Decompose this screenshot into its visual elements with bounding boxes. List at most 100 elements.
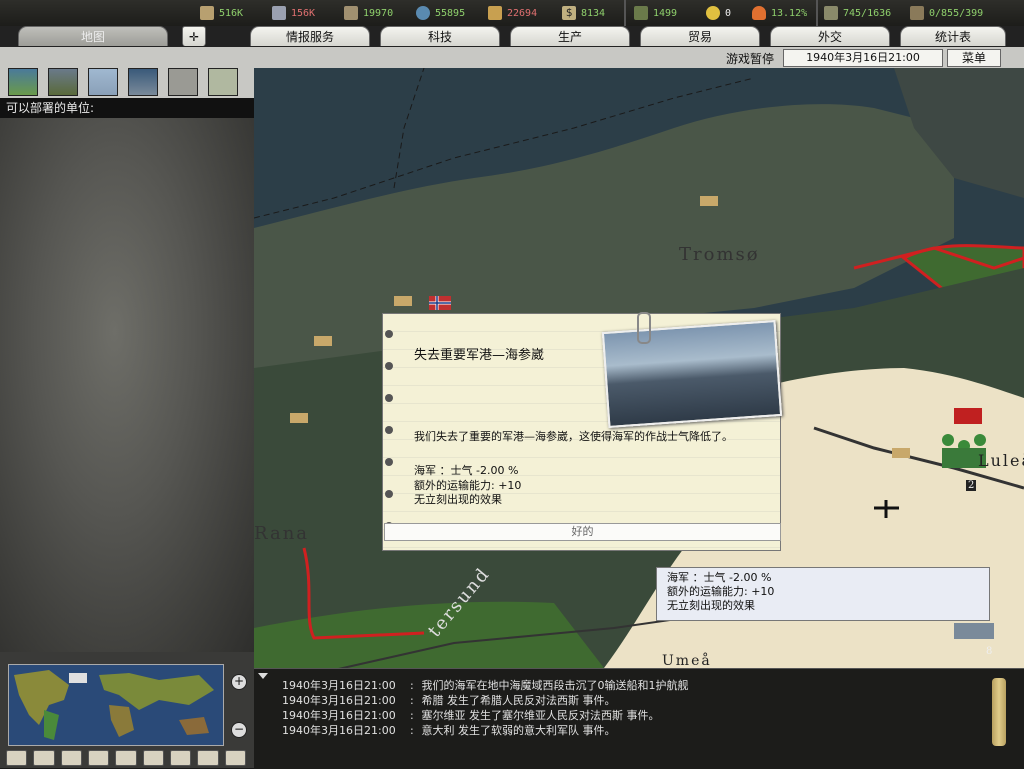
notebook-hole (385, 490, 393, 498)
event-title: 失去重要军港—海参崴 (414, 348, 545, 363)
event-dialog: 失去重要军港—海参崴 我们失去了重要的军港—海参崴，这使得海军的作战士气降低了。… (382, 312, 783, 551)
zoom-in-button[interactable]: + (231, 674, 247, 690)
resource-supplies[interactable]: 22694 (488, 5, 537, 21)
dissent-icon (752, 6, 766, 20)
resource-value: 55895 (435, 7, 466, 19)
resource-value: 0 (725, 7, 732, 19)
log-separator: : (410, 679, 414, 692)
resource-rare-materials[interactable]: 19970 (344, 5, 393, 21)
filter-supply-icon[interactable] (115, 750, 137, 766)
log-entry: 1940年3月16日21:00: 塞尔维亚 发生了塞尔维亚人民反对法西斯 事件。 (282, 707, 660, 723)
resource-nuclear[interactable]: 0 (706, 5, 731, 21)
map-label-umea: Umeå (662, 653, 712, 668)
log-text: 意大利 发生了软弱的意大利军队 事件。 (421, 724, 616, 737)
division-button[interactable] (208, 68, 238, 96)
event-effect: 海军 ：士气 -2.00 % (414, 464, 519, 477)
filter-infantry-icon[interactable] (33, 750, 55, 766)
naval-units-button[interactable] (128, 68, 158, 96)
log-entry: 1940年3月16日21:00: 我们的海军在地中海魔域西段击沉了0输送船和1护… (282, 677, 689, 693)
notebook-holes (385, 322, 393, 532)
tab-production[interactable]: 生产 (510, 26, 630, 46)
game-paused-label: 游戏暂停 (726, 52, 775, 66)
resource-money[interactable]: $8134 (562, 5, 605, 21)
transport-icon (824, 6, 838, 20)
log-collapse-icon[interactable] (258, 673, 268, 679)
resource-value: 1499 (653, 7, 678, 19)
resource-value: 156K (291, 7, 316, 19)
deployable-units-label: 可以部署的单位: (0, 98, 254, 118)
event-log: 1940年3月16日21:00: 我们的海军在地中海魔域西段击沉了0输送船和1护… (254, 668, 1024, 769)
resource-oil[interactable]: 55895 (416, 5, 465, 21)
log-time: 1940年3月16日21:00 (282, 709, 396, 722)
unit-stack-count[interactable]: 8 (986, 646, 992, 657)
tab-statistics[interactable]: 统计表 (900, 26, 1006, 46)
notebook-hole (385, 362, 393, 370)
leader-button[interactable] (168, 68, 198, 96)
tab-trade[interactable]: 贸易 (640, 26, 760, 46)
game-date[interactable]: 1940年3月16日21:00 (783, 49, 943, 67)
log-time: 1940年3月16日21:00 (282, 724, 396, 737)
tooltip-line: 无立刻出现的效果 (667, 599, 755, 612)
notebook-hole (385, 458, 393, 466)
world-map-graphic (14, 670, 214, 740)
notebook-hole (385, 426, 393, 434)
resource-escort[interactable]: 0/855/399 (910, 5, 983, 21)
paperclip-icon (637, 312, 651, 344)
log-text: 希腊 发生了希腊人民反对法西斯 事件。 (421, 694, 616, 707)
energy-icon (200, 6, 214, 20)
resource-value: 19970 (363, 7, 394, 19)
resource-value: 516K (219, 7, 244, 19)
rare-materials-icon (344, 6, 358, 20)
log-separator: : (410, 709, 414, 722)
zoom-out-button[interactable]: − (231, 722, 247, 738)
notebook-hole (385, 330, 393, 338)
unit-stack-count[interactable]: 2 (966, 480, 977, 491)
filter-rocket-icon[interactable] (142, 750, 164, 766)
tab-technology[interactable]: 科技 (380, 26, 500, 46)
filter-money-icon[interactable] (87, 750, 110, 766)
event-description: 我们失去了重要的军港—海参崴，这使得海军的作战士气降低了。 (414, 430, 733, 443)
tab-intelligence[interactable]: 情报服务 (250, 26, 370, 46)
armor-units-button[interactable] (48, 68, 78, 96)
resource-metal[interactable]: 156K (272, 5, 315, 21)
left-panel: 可以部署的单位: + − (0, 68, 254, 768)
minimap[interactable] (8, 664, 224, 746)
filter-resource-icon[interactable] (197, 750, 219, 766)
tooltip-line: 海军 ：士气 -2.00 % (667, 571, 772, 584)
menu-button[interactable]: 菜单 (947, 49, 1001, 67)
filter-weather-icon[interactable] (224, 750, 246, 766)
log-time: 1940年3月16日21:00 (282, 679, 396, 692)
supplies-icon (488, 6, 502, 20)
ok-button[interactable]: 好的 (384, 523, 781, 541)
effect-tooltip: 海军 ：士气 -2.00 % 额外的运输能力: +10 无立刻出现的效果 (656, 567, 990, 621)
money-icon: $ (562, 6, 576, 20)
leader-portrait-background (0, 118, 254, 652)
resource-value: 13.12% (771, 7, 808, 19)
nuclear-icon (706, 6, 720, 20)
log-scrollbar[interactable] (992, 678, 1006, 746)
log-separator: : (410, 694, 414, 707)
manpower-icon (634, 6, 648, 20)
filter-flag-icon[interactable] (6, 750, 28, 766)
resource-dissent[interactable]: 13.12% (752, 5, 807, 21)
tab-diplomacy[interactable]: 外交 (770, 26, 890, 46)
filter-oil-icon[interactable] (169, 750, 192, 766)
tab-bar: 地图 ✛ 情报服务 科技 生产 贸易 外交 统计表 (0, 26, 1024, 73)
tab-map[interactable]: 地图 (18, 26, 168, 46)
resource-energy[interactable]: 516K (200, 5, 243, 21)
log-text: 塞尔维亚 发生了塞尔维亚人民反对法西斯 事件。 (421, 709, 660, 722)
resource-value: 0/855/399 (929, 7, 984, 19)
status-strip: 游戏暂停 1940年3月16日21:00 菜单 (0, 47, 1024, 69)
resource-value: 22694 (507, 7, 538, 19)
map-label-rana: Rana (254, 523, 310, 544)
air-units-button[interactable] (88, 68, 118, 96)
land-units-button[interactable] (8, 68, 38, 96)
resource-value: 8134 (581, 7, 606, 19)
resource-transport[interactable]: 745/1636 (824, 5, 891, 21)
resource-manpower[interactable]: 1499 (634, 5, 677, 21)
log-separator: : (410, 724, 414, 737)
event-effect: 无立刻出现的效果 (414, 493, 502, 506)
map-mode-button[interactable]: ✛ (182, 26, 206, 46)
resource-separator (624, 0, 626, 26)
filter-air-icon[interactable] (60, 750, 82, 766)
